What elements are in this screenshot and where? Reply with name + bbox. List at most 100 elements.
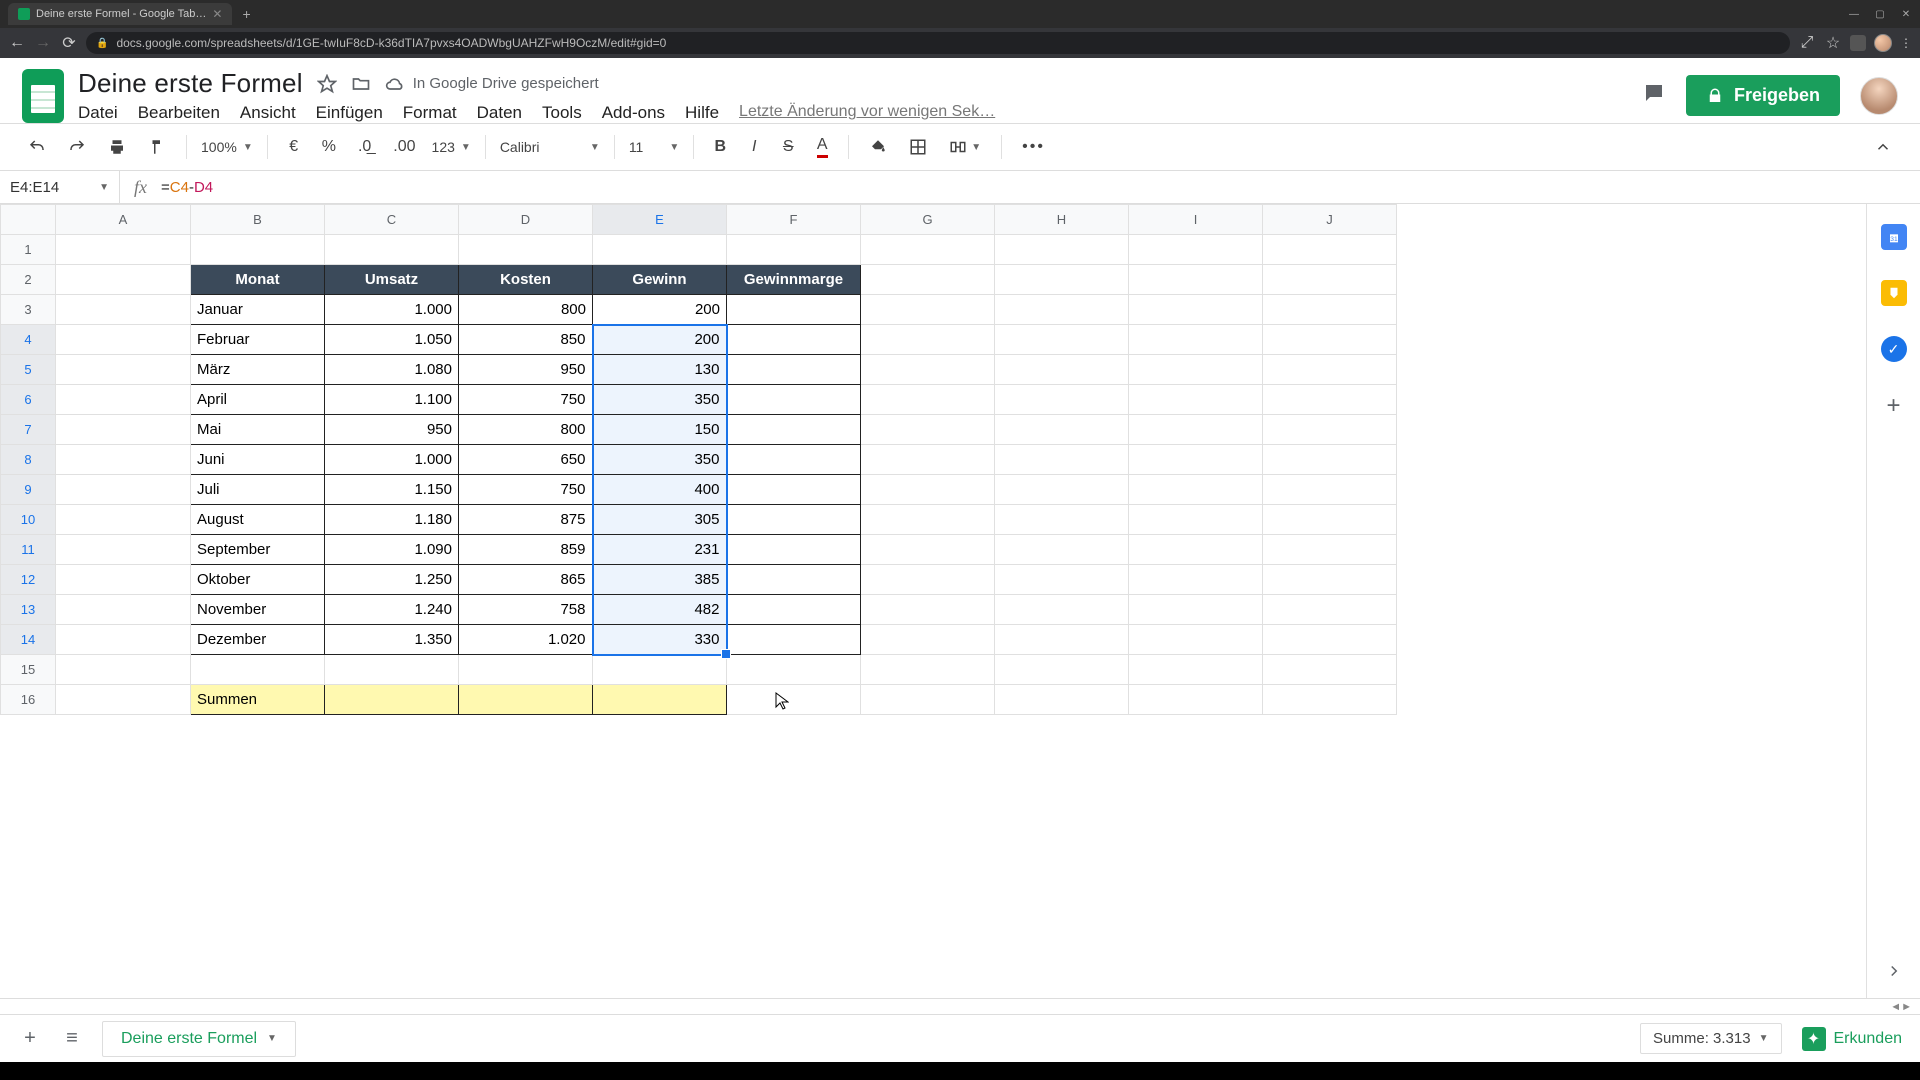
cell[interactable] [995, 475, 1129, 505]
cell[interactable] [1129, 655, 1263, 685]
cell[interactable]: 305 [593, 505, 727, 535]
cell[interactable]: 1.250 [325, 565, 459, 595]
col-header-c[interactable]: C [325, 205, 459, 235]
cell[interactable] [995, 655, 1129, 685]
cell[interactable]: Umsatz [325, 265, 459, 295]
cell[interactable]: 1.000 [325, 295, 459, 325]
row-header[interactable]: 6 [1, 385, 56, 415]
cell[interactable] [56, 535, 191, 565]
star-outline-icon[interactable] [317, 74, 337, 94]
new-tab-button[interactable]: + [242, 6, 250, 22]
col-header-g[interactable]: G [861, 205, 995, 235]
cell[interactable] [861, 265, 995, 295]
window-maximize-icon[interactable]: ▢ [1874, 8, 1886, 20]
cell[interactable] [1263, 565, 1397, 595]
cell[interactable]: 350 [593, 445, 727, 475]
cell[interactable] [727, 385, 861, 415]
comments-icon[interactable] [1642, 81, 1666, 110]
share-button[interactable]: Freigeben [1686, 75, 1840, 116]
cell[interactable]: 400 [593, 475, 727, 505]
cell[interactable]: Kosten [459, 265, 593, 295]
cell[interactable]: 950 [325, 415, 459, 445]
cell[interactable] [593, 685, 727, 715]
cell[interactable] [56, 295, 191, 325]
cell[interactable] [1263, 325, 1397, 355]
cell[interactable]: Juli [191, 475, 325, 505]
cell[interactable] [1263, 385, 1397, 415]
side-panel-add-icon[interactable]: + [1886, 392, 1900, 420]
cell[interactable] [459, 235, 593, 265]
cell[interactable]: 350 [593, 385, 727, 415]
col-header-e[interactable]: E [593, 205, 727, 235]
row-header[interactable]: 11 [1, 535, 56, 565]
cell[interactable] [1129, 505, 1263, 535]
cell[interactable]: 875 [459, 505, 593, 535]
cell[interactable] [1129, 355, 1263, 385]
cell[interactable] [1129, 385, 1263, 415]
cell[interactable]: 800 [459, 295, 593, 325]
cell[interactable] [56, 565, 191, 595]
cell[interactable] [1129, 295, 1263, 325]
cell[interactable] [861, 415, 995, 445]
cell[interactable] [861, 595, 995, 625]
cell[interactable] [1263, 685, 1397, 715]
cell[interactable]: 850 [459, 325, 593, 355]
bold-button[interactable]: B [708, 134, 732, 160]
print-icon[interactable] [102, 134, 132, 160]
col-header-a[interactable]: A [56, 205, 191, 235]
decrease-decimal-button[interactable]: .0̲ [352, 134, 377, 160]
cell[interactable] [1129, 625, 1263, 655]
menu-help[interactable]: Hilfe [685, 103, 719, 123]
cell[interactable] [1263, 475, 1397, 505]
nav-forward-icon[interactable]: → [34, 34, 52, 52]
cell[interactable] [1129, 535, 1263, 565]
cell[interactable] [995, 325, 1129, 355]
side-panel-collapse-icon[interactable] [1879, 958, 1909, 984]
cell[interactable] [995, 235, 1129, 265]
increase-decimal-button[interactable]: .00 [387, 134, 421, 160]
cell[interactable]: 385 [593, 565, 727, 595]
row-header[interactable]: 5 [1, 355, 56, 385]
row-header[interactable]: 1 [1, 235, 56, 265]
cell[interactable]: Gewinnmarge [727, 265, 861, 295]
menu-file[interactable]: Datei [78, 103, 118, 123]
cell[interactable] [995, 445, 1129, 475]
cell[interactable] [727, 295, 861, 325]
zoom-dropdown[interactable]: 100%▼ [201, 139, 253, 155]
cell[interactable]: 1.000 [325, 445, 459, 475]
paint-format-icon[interactable] [142, 134, 172, 160]
cell[interactable] [861, 475, 995, 505]
nav-back-icon[interactable]: ← [8, 34, 26, 52]
cell[interactable] [727, 565, 861, 595]
cell[interactable] [995, 295, 1129, 325]
cell[interactable] [995, 565, 1129, 595]
undo-icon[interactable] [22, 134, 52, 160]
extension-icon[interactable] [1850, 35, 1866, 51]
cell[interactable] [1263, 535, 1397, 565]
cell[interactable] [1129, 445, 1263, 475]
cell[interactable]: 865 [459, 565, 593, 595]
cell[interactable] [191, 235, 325, 265]
cell[interactable] [56, 385, 191, 415]
cell[interactable] [1263, 355, 1397, 385]
calendar-icon[interactable]: 31 [1881, 224, 1907, 250]
cell[interactable] [727, 475, 861, 505]
cell[interactable] [727, 355, 861, 385]
cell[interactable]: 750 [459, 385, 593, 415]
cell[interactable]: 1.240 [325, 595, 459, 625]
menu-view[interactable]: Ansicht [240, 103, 296, 123]
select-all-cell[interactable] [1, 205, 56, 235]
sheets-logo[interactable] [22, 69, 64, 123]
quick-sum-dropdown[interactable]: Summe: 3.313 ▼ [1640, 1023, 1781, 1054]
row-header[interactable]: 7 [1, 415, 56, 445]
cell[interactable] [861, 295, 995, 325]
cell[interactable] [1263, 505, 1397, 535]
add-sheet-button[interactable]: + [18, 1023, 42, 1054]
cell[interactable]: 758 [459, 595, 593, 625]
cell[interactable]: Februar [191, 325, 325, 355]
formula-bar[interactable]: =C4-D4 [161, 179, 213, 196]
cell[interactable] [459, 655, 593, 685]
window-close-icon[interactable]: ✕ [1900, 8, 1912, 20]
col-header-f[interactable]: F [727, 205, 861, 235]
col-header-b[interactable]: B [191, 205, 325, 235]
